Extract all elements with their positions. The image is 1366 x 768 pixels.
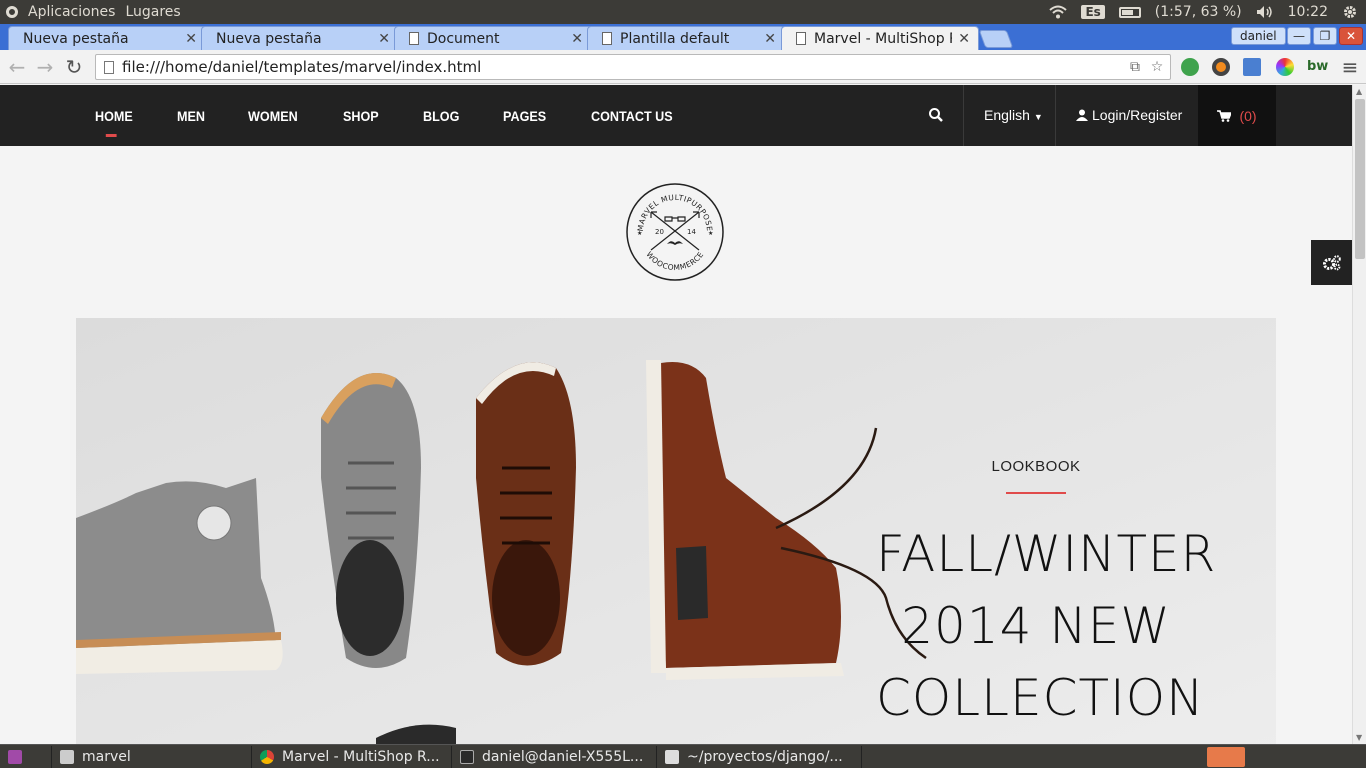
tab-plantilla-default[interactable]: Plantilla default ✕	[587, 26, 785, 50]
tab-nueva-pestana-1[interactable]: Nueva pestaña ✕	[8, 26, 206, 50]
cart-count: (0)	[1239, 107, 1257, 124]
site-navigation-bar: HOME MEN WOMEN SHOP BLOG PAGES CONTACT U…	[0, 85, 1352, 146]
nav-shop-link[interactable]: SHOP	[343, 108, 379, 124]
search-icon[interactable]	[928, 107, 944, 123]
hero-eyebrow-underline	[1006, 492, 1066, 494]
file-manager-icon	[665, 749, 679, 764]
theme-settings-button[interactable]	[1311, 240, 1352, 285]
tab-close-icon[interactable]: ✕	[571, 31, 583, 47]
window-close-icon[interactable]: ✕	[1339, 27, 1363, 45]
svg-text:20: 20	[655, 228, 664, 236]
chrome-icon	[260, 749, 274, 764]
tab-nueva-pestana-2[interactable]: Nueva pestaña ✕	[201, 26, 399, 50]
menu-applications[interactable]: Aplicaciones	[28, 4, 115, 20]
user-icon	[1076, 109, 1088, 121]
tab-document[interactable]: Document ✕	[394, 26, 592, 50]
forward-arrow-icon[interactable]: →	[33, 55, 57, 79]
menu-places[interactable]: Lugares	[125, 4, 180, 20]
ubuntu-logo-icon[interactable]	[6, 6, 18, 18]
marvel-logo[interactable]: MARVEL MULTIPURPOSE WOOCOMMERCE 20 14 ★ …	[625, 182, 725, 282]
clock[interactable]: 10:22	[1288, 4, 1328, 20]
svg-text:14: 14	[687, 228, 696, 236]
taskbar-item-marvel[interactable]: marvel	[52, 745, 252, 768]
battery-icon[interactable]	[1118, 6, 1141, 18]
page-scrollbar[interactable]: ▲ ▼	[1352, 85, 1366, 744]
nav-men-link[interactable]: MEN	[177, 108, 205, 124]
scroll-down-icon[interactable]: ▼	[1356, 733, 1362, 742]
reload-icon[interactable]: ↻	[62, 55, 86, 79]
login-register-link[interactable]: Login/Register	[1076, 107, 1182, 123]
hero-eyebrow: LOOKBOOK	[991, 458, 1081, 475]
wifi-icon[interactable]	[1049, 5, 1068, 19]
nav-pages-link[interactable]: PAGES	[503, 108, 546, 124]
hero-slider[interactable]: LOOKBOOK FALL/WINTER 2014 NEW COLLECTION	[76, 318, 1276, 744]
keyboard-layout-indicator[interactable]: Es	[1081, 5, 1105, 19]
nav-women-link[interactable]: WOMEN	[248, 108, 298, 124]
tab-close-icon[interactable]: ✕	[378, 31, 390, 47]
taskbar: marvel Marvel - MultiShop R... daniel@da…	[0, 744, 1366, 768]
nav-blog-link[interactable]: BLOG	[423, 108, 459, 124]
desktop-icon	[8, 749, 22, 764]
document-icon	[409, 32, 419, 45]
extension-circle-icon[interactable]	[1212, 58, 1230, 76]
tab-close-icon[interactable]: ✕	[958, 31, 970, 47]
nav-divider	[1055, 85, 1056, 146]
extension-color-picker-icon[interactable]	[1276, 58, 1294, 76]
caret-down-icon: ▼	[1033, 112, 1043, 122]
tab-close-icon[interactable]: ✕	[764, 31, 776, 47]
bookmark-star-icon[interactable]: ☆	[1148, 59, 1166, 75]
extension-bw-icon[interactable]: bw	[1307, 59, 1328, 74]
window-restore-icon[interactable]: ❐	[1313, 27, 1337, 45]
web-page-viewport: HOME MEN WOMEN SHOP BLOG PAGES CONTACT U…	[0, 85, 1352, 744]
show-desktop-button[interactable]	[0, 745, 52, 768]
taskbar-item-file-manager[interactable]: ~/proyectos/django/...	[657, 745, 862, 768]
volume-icon[interactable]	[1256, 5, 1274, 19]
browser-toolbar: ← → ↻ ⧉ ☆ bw ≡	[0, 50, 1366, 84]
document-icon	[796, 32, 806, 45]
profile-name-badge[interactable]: daniel	[1231, 27, 1286, 45]
folder-icon	[60, 749, 74, 764]
page-icon	[104, 60, 114, 74]
document-icon	[602, 32, 612, 45]
nav-divider	[963, 85, 964, 146]
tab-marvel-multishop[interactable]: Marvel - MultiShop R ✕	[781, 26, 979, 50]
svg-text:MARVEL MULTIPURPOSE: MARVEL MULTIPURPOSE	[636, 193, 714, 232]
address-input[interactable]	[122, 58, 1126, 76]
scroll-up-icon[interactable]: ▲	[1356, 87, 1362, 96]
back-arrow-icon[interactable]: ←	[5, 55, 29, 79]
new-tab-button[interactable]	[978, 30, 1014, 48]
translate-icon[interactable]: ⧉	[1126, 59, 1144, 75]
cart-button[interactable]: (0)	[1198, 85, 1276, 146]
system-top-panel: Aplicaciones Lugares Es (1:57, 63 %) 10:…	[0, 0, 1366, 24]
address-bar[interactable]: ⧉ ☆	[95, 54, 1171, 80]
svg-text:WOOCOMMERCE: WOOCOMMERCE	[644, 250, 705, 272]
browser-menu-icon[interactable]: ≡	[1338, 55, 1362, 79]
extension-download-icon[interactable]	[1243, 58, 1261, 76]
browser-tab-strip: Nueva pestaña ✕ Nueva pestaña ✕ Document…	[0, 24, 1366, 50]
battery-status: (1:57, 63 %)	[1154, 4, 1242, 20]
nav-home-link[interactable]: HOME	[95, 108, 133, 137]
hero-headline: FALL/WINTER 2014 NEW COLLECTION	[876, 525, 1217, 727]
extension-leaf-icon[interactable]	[1181, 58, 1199, 76]
svg-text:★: ★	[708, 230, 713, 237]
window-minimize-icon[interactable]: —	[1287, 27, 1311, 45]
nav-contact-link[interactable]: CONTACT US	[591, 108, 673, 124]
taskbar-item-terminal[interactable]: daniel@daniel-X555L...	[452, 745, 657, 768]
gears-icon	[1322, 254, 1341, 270]
scrollbar-thumb[interactable]	[1355, 99, 1365, 259]
shopping-cart-icon	[1217, 109, 1232, 122]
terminal-icon	[460, 749, 474, 764]
language-selector[interactable]: English ▼	[984, 107, 1043, 123]
tab-close-icon[interactable]: ✕	[185, 31, 197, 47]
taskbar-item-chrome[interactable]: Marvel - MultiShop R...	[252, 745, 452, 768]
system-settings-gear-icon[interactable]	[1342, 4, 1358, 20]
svg-text:★: ★	[637, 230, 642, 237]
workspace-switcher[interactable]	[1207, 747, 1245, 767]
